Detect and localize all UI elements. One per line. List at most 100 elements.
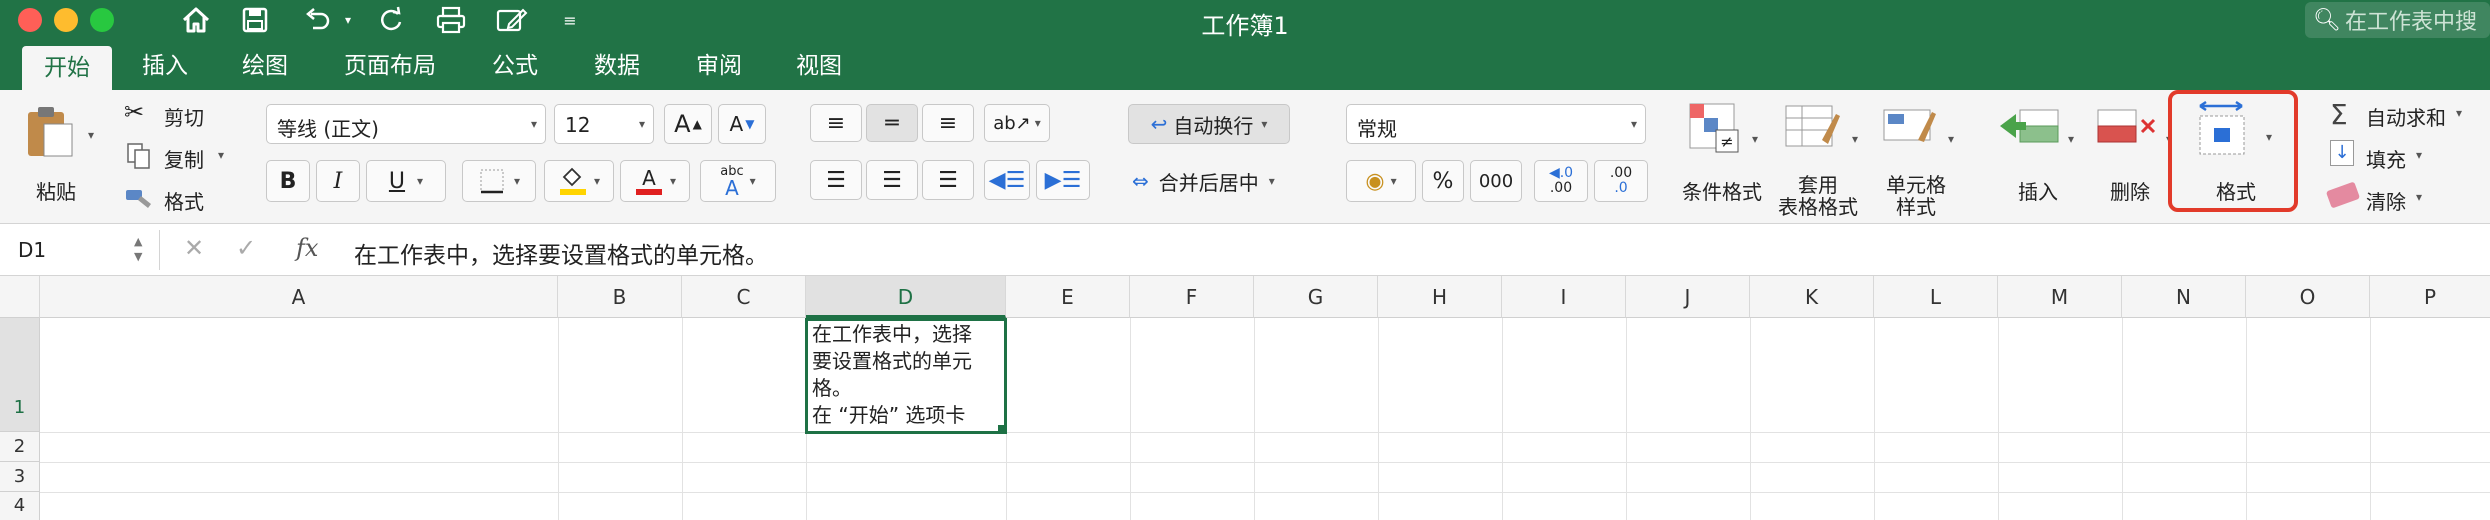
underline-button[interactable]: U ▾ [366, 160, 446, 202]
increase-font-size-button[interactable]: A ▲ [664, 104, 712, 144]
tab-home[interactable]: 开始 [22, 46, 112, 90]
format-painter-button[interactable]: 格式 [124, 184, 224, 214]
decrease-indent-button[interactable]: ◀☰ [984, 160, 1030, 200]
tab-data[interactable]: 数据 [582, 42, 652, 90]
tab-review[interactable]: 审阅 [684, 42, 754, 90]
column-header-b[interactable]: B [558, 276, 682, 318]
fill-color-button[interactable]: ▾ [544, 160, 614, 202]
delete-cells-icon [2097, 109, 2156, 143]
row-header-2[interactable]: 2 [0, 432, 40, 462]
clear-button[interactable]: 清除 ▾ [2325, 181, 2446, 216]
bold-button[interactable]: B [266, 160, 310, 202]
fill-handle[interactable] [997, 424, 1004, 431]
increase-indent-button[interactable]: ▶☰ [1036, 160, 1090, 200]
format-as-table-button[interactable]: ▾ 套用 表格格式 [1776, 98, 1872, 220]
cell-styles-button[interactable]: ▾ 单元格 样式 [1874, 98, 1970, 220]
column-header-c[interactable]: C [682, 276, 806, 318]
align-center-button[interactable]: ☰ [866, 160, 918, 200]
row-header-4[interactable]: 4 [0, 492, 40, 520]
gridline [2246, 318, 2247, 520]
column-header-e[interactable]: E [1006, 276, 1130, 318]
tab-formulas[interactable]: 公式 [480, 42, 550, 90]
svg-text:A: A [642, 166, 656, 190]
font-name-select[interactable]: 等线 (正文) ▾ [266, 104, 546, 144]
column-header-o[interactable]: O [2246, 276, 2370, 318]
wrap-text-button[interactable]: ↩ 自动换行 ▾ [1128, 104, 1290, 144]
format-cells-label: 格式 [2216, 180, 2256, 204]
cut-button[interactable]: ✂ 剪切 [124, 98, 224, 130]
tab-page-layout[interactable]: 页面布局 [330, 42, 450, 90]
conditional-formatting-button[interactable]: ≠ ▾ 条件格式 [1682, 98, 1772, 214]
decrease-font-size-button[interactable]: A ▼ [718, 104, 766, 144]
column-header-f[interactable]: F [1130, 276, 1254, 318]
decrease-decimal-button[interactable]: .00.0 [1594, 160, 1648, 202]
cell-styles-icon [1883, 109, 1936, 142]
align-bottom-icon: ≡ [938, 110, 958, 136]
merge-center-button[interactable]: ⇔ 合并后居中 ▾ [1132, 162, 1312, 200]
formula-content[interactable]: 在工作表中，选择要设置格式的单元格。 [354, 236, 768, 270]
paste-dropdown-icon[interactable]: ▾ [88, 128, 94, 142]
copy-button[interactable]: 复制 ▾ [124, 142, 234, 172]
cancel-icon[interactable]: ✕ [184, 234, 204, 262]
autosum-button[interactable]: Σ 自动求和 ▾ [2326, 98, 2490, 132]
copy-dropdown-icon[interactable]: ▾ [218, 148, 224, 162]
number-format-select[interactable]: 常规 ▾ [1346, 104, 1646, 144]
borders-button[interactable]: ▾ [462, 160, 536, 202]
title-bar: ▾ ≡ 工作簿1 🔍︎ 在工作表中搜 [0, 0, 2490, 42]
name-box-value: D1 [18, 238, 47, 262]
column-header-n[interactable]: N [2122, 276, 2246, 318]
column-header-k[interactable]: K [1750, 276, 1874, 318]
align-bottom-button[interactable]: ≡ [922, 104, 974, 142]
column-header-p[interactable]: P [2370, 276, 2490, 318]
copy-icon [127, 143, 150, 169]
tab-view[interactable]: 视图 [784, 42, 854, 90]
align-left-button[interactable]: ☰ [810, 160, 862, 200]
column-header-m[interactable]: M [1998, 276, 2122, 318]
wrap-text-icon: ↩ [1150, 112, 1168, 136]
italic-button[interactable]: I [316, 160, 360, 202]
name-box[interactable]: D1 ▲ ▼ [0, 230, 160, 270]
insert-cells-button[interactable]: ▾ 插入 [1996, 98, 2086, 214]
fill-button[interactable]: ↓ 填充 ▾ [2326, 140, 2446, 174]
tab-insert[interactable]: 插入 [130, 42, 200, 90]
worksheet-grid[interactable]: A B C D E F G H I J K L M N O P 1 2 3 4 … [0, 276, 2490, 520]
font-color-button[interactable]: A ▾ [620, 160, 690, 202]
align-top-button[interactable]: ≡ [810, 104, 862, 142]
column-header-a[interactable]: A [40, 276, 558, 318]
eraser-icon [2325, 181, 2361, 209]
align-middle-button[interactable]: ═ [866, 104, 918, 142]
select-all-corner[interactable] [0, 276, 40, 318]
accounting-format-button[interactable]: ◉ ▾ [1346, 160, 1416, 202]
delete-cells-label: 删除 [2110, 180, 2150, 204]
gridline [40, 492, 2490, 493]
format-painter-label: 格式 [164, 190, 204, 214]
column-header-i[interactable]: I [1502, 276, 1626, 318]
stepper-icon[interactable]: ▲ ▼ [134, 234, 142, 264]
column-header-h[interactable]: H [1378, 276, 1502, 318]
percent-button[interactable]: % [1422, 160, 1464, 202]
search-field[interactable]: 🔍︎ 在工作表中搜 [2305, 2, 2490, 38]
tab-draw[interactable]: 绘图 [230, 42, 300, 90]
increase-indent-icon: ▶☰ [1044, 167, 1082, 193]
paste-button[interactable]: ▾ 粘贴 [14, 98, 104, 208]
orientation-button[interactable]: ab↗ ▾ [984, 104, 1050, 142]
column-header-j[interactable]: J [1626, 276, 1750, 318]
column-header-d[interactable]: D [806, 276, 1006, 318]
grow-font-label: A [674, 110, 691, 138]
column-header-g[interactable]: G [1254, 276, 1378, 318]
insert-function-icon[interactable]: fx [296, 234, 318, 262]
phonetic-guide-button[interactable]: abc A ▾ [700, 160, 776, 202]
row-header-1[interactable]: 1 [0, 318, 40, 432]
search-icon: 🔍︎ [2313, 7, 2341, 33]
align-right-button[interactable]: ☰ [922, 160, 974, 200]
format-cells-button[interactable]: ▾ 格式 [2168, 90, 2298, 212]
enter-icon[interactable]: ✓ [236, 234, 256, 262]
gridline [558, 318, 559, 520]
underline-dropdown-icon[interactable]: ▾ [417, 174, 423, 188]
font-size-select[interactable]: 12 ▾ [554, 104, 654, 144]
comma-style-button[interactable]: 000 [1470, 160, 1522, 202]
column-header-l[interactable]: L [1874, 276, 1998, 318]
selected-cell-d1[interactable]: 在工作表中，选择 要设置格式的单元 格。 在 “开始” 选项卡 [805, 318, 1007, 434]
row-header-3[interactable]: 3 [0, 462, 40, 492]
increase-decimal-button[interactable]: ◀.0.00 [1534, 160, 1588, 202]
